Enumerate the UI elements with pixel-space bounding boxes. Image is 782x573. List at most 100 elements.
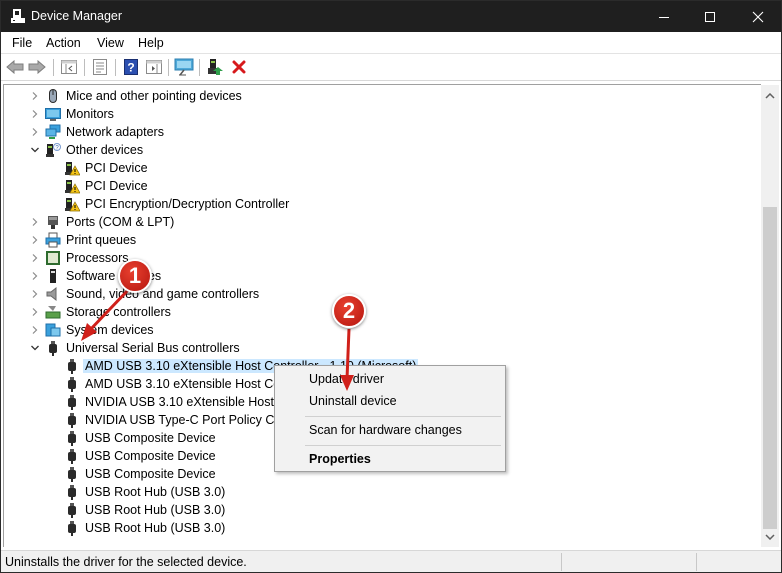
warning-device-icon [65, 162, 80, 176]
scroll-up-button[interactable] [761, 87, 779, 104]
usb-icon [68, 413, 76, 428]
toolbar: ? [1, 54, 781, 81]
device-manager-window: Device Manager File Action View Help ? M… [0, 0, 782, 573]
maximize-button[interactable] [687, 1, 733, 32]
tree-item-label: System devices [66, 323, 154, 337]
tree-item-label: PCI Device [85, 179, 148, 193]
tree-item-label: PCI Device [85, 161, 148, 175]
tree-item-label: USB Root Hub (USB 3.0) [85, 521, 226, 535]
menu-help[interactable]: Help [138, 36, 164, 50]
scroll-down-button[interactable] [761, 528, 779, 545]
usb-icon [49, 341, 57, 356]
tree-item-label: Monitors [66, 107, 114, 121]
tree-item-label: Other devices [66, 143, 144, 157]
menu-separator [305, 416, 501, 417]
properties-button[interactable] [90, 57, 110, 77]
tree-device-item[interactable]: PCI Device [4, 159, 744, 177]
tree-category[interactable]: Sound, video and game controllers [4, 285, 744, 303]
chevron-right-icon[interactable] [30, 217, 40, 227]
show-action-pane-button[interactable] [144, 57, 164, 77]
usb-icon [68, 467, 76, 482]
usb-icon [68, 521, 76, 536]
menu-view[interactable]: View [97, 36, 124, 50]
help-button[interactable]: ? [121, 57, 141, 77]
toolbar-separator [199, 59, 200, 76]
chevron-down-icon[interactable] [30, 145, 40, 155]
annotation-badge-2: 2 [332, 294, 366, 328]
usb-icon [68, 395, 76, 410]
tree-item-label: Universal Serial Bus controllers [66, 341, 240, 355]
chevron-down-icon[interactable] [30, 343, 40, 353]
show-hide-console-tree-button[interactable] [59, 57, 79, 77]
minimize-button[interactable] [641, 1, 687, 32]
chevron-right-icon[interactable] [30, 235, 40, 245]
device-manager-app-icon [11, 9, 25, 23]
tree-device-item[interactable]: USB Root Hub (USB 3.0) [4, 519, 744, 537]
tree-item-label: PCI Encryption/Decryption Controller [85, 197, 290, 211]
vertical-scrollbar[interactable] [761, 85, 779, 547]
tree-category[interactable]: Network adapters [4, 123, 744, 141]
tree-device-item[interactable]: PCI Encryption/Decryption Controller [4, 195, 744, 213]
chevron-right-icon[interactable] [30, 289, 40, 299]
menu-action[interactable]: Action [46, 36, 81, 50]
tree-category[interactable]: Universal Serial Bus controllers [4, 339, 744, 357]
annotation-badge-1: 1 [118, 259, 152, 293]
status-text: Uninstalls the driver for the selected d… [5, 555, 247, 569]
scan-hardware-icon [174, 58, 194, 76]
title-bar: Device Manager [1, 1, 781, 32]
software-device-icon [50, 269, 56, 283]
tree-device-item[interactable]: USB Root Hub (USB 3.0) [4, 483, 744, 501]
processor-icon [46, 251, 60, 265]
tree-item-label: Mice and other pointing devices [66, 89, 242, 103]
back-button[interactable] [5, 57, 25, 77]
chevron-right-icon[interactable] [30, 253, 40, 263]
tree-category[interactable]: Storage controllers [4, 303, 744, 321]
window-title: Device Manager [31, 9, 123, 23]
menu-item-uninstall-device[interactable]: Uninstall device [309, 394, 397, 408]
context-menu: Update driver Uninstall device Scan for … [274, 365, 506, 472]
menu-item-properties[interactable]: Properties [309, 452, 371, 466]
toolbar-separator [115, 59, 116, 76]
tree-category[interactable]: Processors [4, 249, 744, 267]
tree-item-label: USB Composite Device [85, 467, 216, 481]
tree-category[interactable]: Ports (COM & LPT) [4, 213, 744, 231]
uninstall-button[interactable] [229, 57, 249, 77]
chevron-right-icon[interactable] [30, 109, 40, 119]
tree-category[interactable]: Software devices [4, 267, 744, 285]
maximize-icon [705, 11, 715, 22]
tree-device-item[interactable]: PCI Device [4, 177, 744, 195]
tree-item-label: Storage controllers [66, 305, 171, 319]
show-hide-console-tree-icon [61, 60, 77, 74]
tree-device-item[interactable]: USB Root Hub (USB 3.0) [4, 501, 744, 519]
uninstall-icon [232, 60, 246, 74]
tree-category[interactable]: ? Other devices [4, 141, 744, 159]
chevron-right-icon[interactable] [30, 127, 40, 137]
tree-item-label: USB Composite Device [85, 431, 216, 445]
chevron-right-icon[interactable] [30, 271, 40, 281]
close-button[interactable] [735, 1, 781, 32]
forward-button[interactable] [27, 57, 47, 77]
scan-hardware-button[interactable] [174, 57, 194, 77]
update-driver-button[interactable] [205, 57, 225, 77]
menu-file[interactable]: File [12, 36, 32, 50]
chevron-right-icon[interactable] [30, 325, 40, 335]
chevron-right-icon[interactable] [30, 91, 40, 101]
storage-icon [45, 306, 61, 319]
tree-category[interactable]: Mice and other pointing devices [4, 87, 744, 105]
tree-item-label: Print queues [66, 233, 137, 247]
tree-category[interactable]: Monitors [4, 105, 744, 123]
menu-separator [305, 445, 501, 446]
tree-category[interactable]: System devices [4, 321, 744, 339]
tree-item-label: Ports (COM & LPT) [66, 215, 175, 229]
device-tree[interactable]: Mice and other pointing devices Monitors N… [3, 84, 761, 547]
tree-item-label: Network adapters [66, 125, 164, 139]
usb-icon [68, 503, 76, 518]
scroll-thumb[interactable] [763, 207, 777, 529]
mouse-icon [49, 89, 57, 103]
menu-item-update-driver[interactable]: Update driver [309, 372, 384, 386]
tree-category[interactable]: Print queues [4, 231, 744, 249]
status-bar: Uninstalls the driver for the selected d… [1, 550, 781, 572]
chevron-right-icon[interactable] [30, 307, 40, 317]
menu-item-scan-hardware[interactable]: Scan for hardware changes [309, 423, 462, 437]
monitor-icon [45, 108, 61, 121]
